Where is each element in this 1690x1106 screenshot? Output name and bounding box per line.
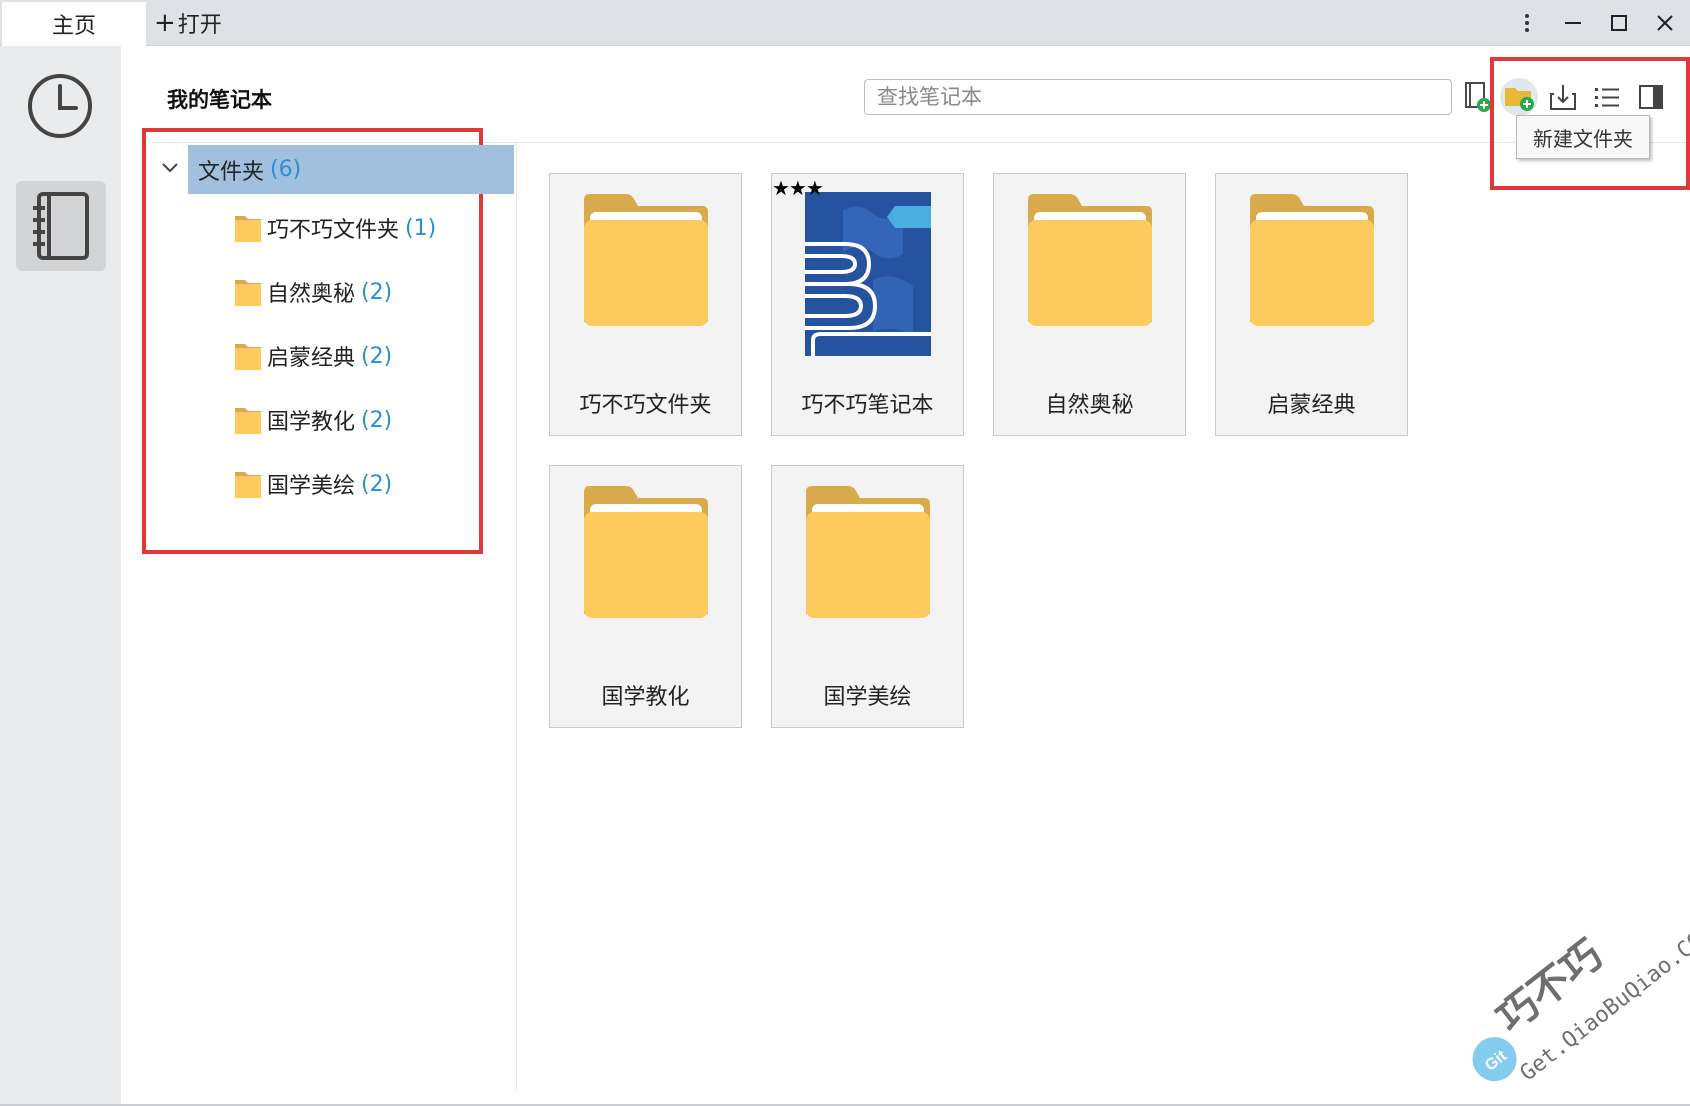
tab-open-button[interactable]: + 打开 [154,0,222,46]
tree-root-folders[interactable]: 文件夹 (6) [188,145,514,194]
maximize-icon [1611,15,1627,31]
more-icon [1525,14,1529,32]
tree-item-count: (2) [361,407,393,433]
folder-art [550,190,741,358]
tree-item-label: 国学教化 [267,410,356,435]
tree-item-count: (2) [361,343,393,369]
close-icon [1657,15,1673,31]
tree-item-sinology-education[interactable]: 国学教化 (2) [233,400,392,440]
folder-art [1216,190,1407,358]
watermark-logo: Git 巧不巧 Get.QiaoBuQiao.COM [1472,920,1690,1086]
tree-item-label: 启蒙经典 [267,346,356,371]
folder-icon [235,344,261,370]
card-label: 自然奥秘 [1045,393,1134,418]
notebook-art [772,190,963,358]
tree-item-natural-mysteries[interactable]: 自然奥秘 (2) [233,272,392,312]
notebooks-button[interactable] [16,181,106,271]
tree-item-enlightenment-classics[interactable]: 启蒙经典 (2) [233,336,392,376]
card-label: 巧不巧文件夹 [579,393,712,418]
tree-item-count: (2) [361,279,393,305]
title-bar: 主页 + 打开 [0,0,1690,46]
grid-card-folder[interactable]: 自然奥秘 [993,173,1186,436]
large-folder-icon [1027,194,1152,326]
toolbar-highlight-box [1490,57,1690,190]
grid-card-folder[interactable]: 国学教化 [549,465,742,728]
card-label: 国学美绘 [823,685,912,710]
large-folder-icon [1249,194,1374,326]
grid-card-folder[interactable]: 巧不巧文件夹 [549,173,742,436]
large-folder-icon [583,486,708,618]
minimize-icon [1565,22,1581,24]
folder-art [994,190,1185,358]
large-folder-icon [583,194,708,326]
search-input[interactable] [864,79,1452,115]
card-label: 国学教化 [601,685,690,710]
folder-icon [235,472,261,498]
tree-item-label: 国学美绘 [267,474,356,499]
notebook-icon [33,192,89,260]
rating-stars: ★★★ [772,176,824,200]
tab-home-label: 主页 [51,14,96,39]
new-notebook-icon [1465,82,1491,112]
maximize-button[interactable] [1596,0,1642,46]
tree-item-qiaobuqiao-folder[interactable]: 巧不巧文件夹 (1) [233,208,436,248]
tree-item-sinology-illustration[interactable]: 国学美绘 (2) [233,464,392,504]
folder-icon [235,408,261,434]
chevron-down-icon[interactable] [158,156,182,180]
minimize-button[interactable] [1550,0,1596,46]
tree-item-count: (2) [361,471,393,497]
tree-item-label: 自然奥秘 [267,282,356,307]
folder-icon [235,280,261,306]
grid-card-notebook[interactable]: ★★★ 巧不巧笔记本 [771,173,964,436]
close-button[interactable] [1642,0,1688,46]
notebook-cover-icon [804,192,931,356]
page-title: 我的笔记本 [167,88,272,112]
tab-open-label: 打开 [177,13,222,38]
tree-root-label: 文件夹 [198,159,265,185]
card-label: 巧不巧笔记本 [801,393,934,418]
plus-icon: + [154,8,176,38]
tree-item-label: 巧不巧文件夹 [267,218,400,243]
grid-card-folder[interactable]: 启蒙经典 [1215,173,1408,436]
grid-card-folder[interactable]: 国学美绘 [771,465,964,728]
left-rail [0,46,121,1106]
recent-button[interactable] [24,70,96,142]
clock-icon [28,74,92,138]
tree-item-count: (1) [405,215,437,241]
tree-root-count: (6) [270,157,302,182]
tree-divider [516,143,517,1091]
folder-icon [235,216,261,242]
folder-art [550,482,741,650]
more-menu-button[interactable] [1504,0,1550,46]
tab-home[interactable]: 主页 [2,2,146,46]
large-folder-icon [805,486,930,618]
folder-art [772,482,963,650]
card-label: 启蒙经典 [1267,393,1356,418]
